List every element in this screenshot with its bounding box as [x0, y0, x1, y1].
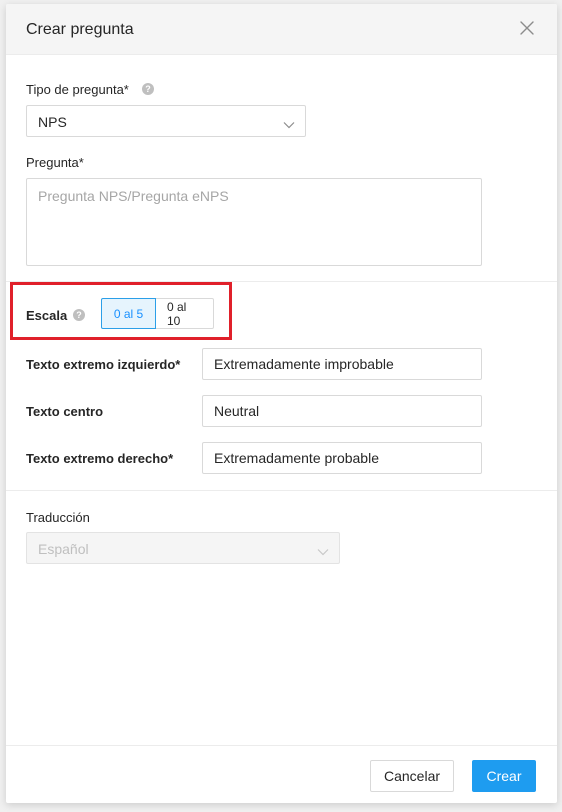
cancel-button[interactable]: Cancelar — [370, 760, 454, 792]
right-extreme-label: Texto extremo derecho* — [26, 451, 174, 466]
scale-option-0-5[interactable]: 0 al 5 — [101, 298, 156, 329]
translation-select: Español — [26, 532, 340, 564]
create-question-modal: Crear pregunta Tipo de pregunta* ? NPS P… — [6, 4, 557, 803]
modal-title: Crear pregunta — [26, 21, 134, 38]
question-label: Pregunta* — [26, 155, 84, 170]
left-extreme-input[interactable] — [202, 348, 482, 380]
translation-label: Traducción — [26, 510, 90, 525]
scale-segmented-control: 0 al 5 0 al 10 — [101, 298, 214, 329]
modal-footer: Cancelar Crear — [6, 745, 557, 803]
center-input[interactable] — [202, 395, 482, 427]
left-extreme-label: Texto extremo izquierdo* — [26, 357, 181, 372]
translation-value: Español — [38, 541, 89, 557]
question-type-value: NPS — [38, 114, 67, 130]
scale-label: Escala — [26, 308, 68, 323]
right-extreme-input[interactable] — [202, 442, 482, 474]
question-circle-icon: ? — [73, 309, 85, 321]
question-type-label: Tipo de pregunta* — [26, 82, 129, 97]
create-button[interactable]: Crear — [472, 760, 536, 792]
center-label: Texto centro — [26, 404, 104, 419]
section-divider — [6, 490, 557, 491]
modal-header: Crear pregunta — [6, 4, 557, 55]
chevron-down-icon — [317, 543, 329, 559]
question-textarea[interactable] — [26, 178, 482, 266]
scale-option-0-10[interactable]: 0 al 10 — [156, 298, 214, 329]
question-type-select[interactable]: NPS — [26, 105, 306, 137]
chevron-down-icon — [283, 116, 295, 132]
question-circle-icon: ? — [142, 83, 154, 95]
close-icon[interactable] — [519, 20, 535, 36]
